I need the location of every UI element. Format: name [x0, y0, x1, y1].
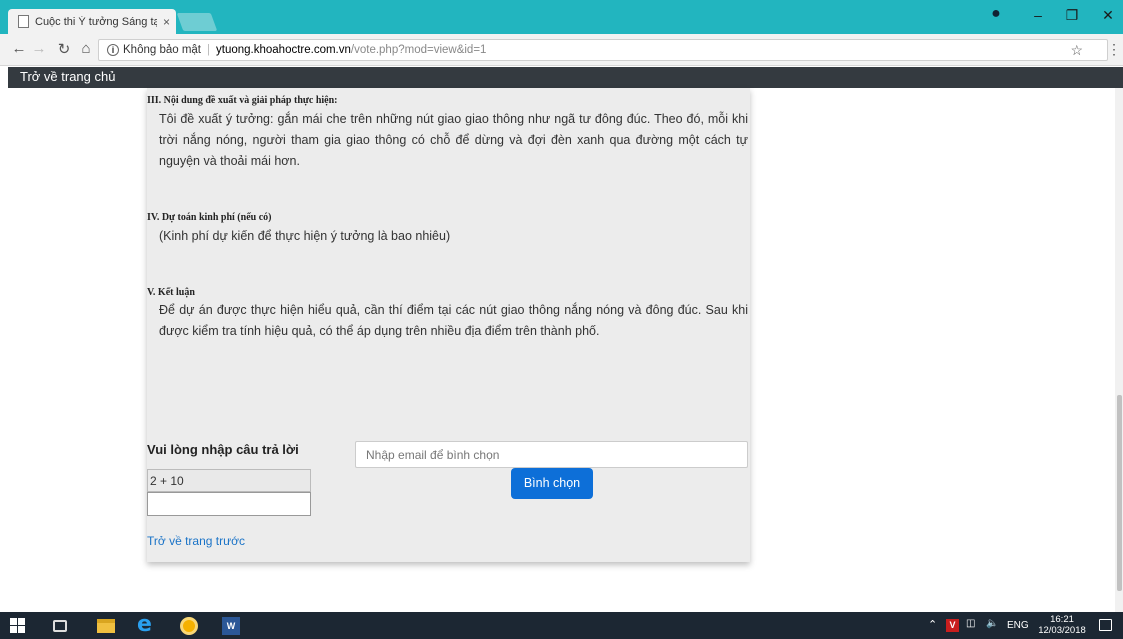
reload-icon[interactable]: ↻ — [55, 40, 73, 58]
url-host: ytuong.khoahoctre.com.vn — [216, 44, 351, 56]
idea-card: III. Nội dung đề xuất và giải pháp thực … — [147, 88, 750, 562]
account-icon[interactable]: ● — [976, 5, 1016, 25]
home-link[interactable]: Trở về trang chủ — [20, 69, 115, 84]
back-arrow-icon[interactable]: ← — [10, 40, 28, 57]
captcha-answer-input[interactable] — [147, 492, 311, 516]
captcha-question: 2 + 10 — [147, 469, 311, 492]
security-label: Không bảo mật — [123, 44, 202, 56]
bookmark-star-icon[interactable]: ☆ — [1070, 42, 1083, 59]
scrollbar-thumb[interactable] — [1117, 395, 1122, 591]
back-link[interactable]: Trở về trang trước — [147, 534, 245, 548]
network-icon[interactable]: ◫ — [966, 618, 975, 629]
system-clock[interactable]: 16:21 12/03/2018 — [1036, 614, 1088, 636]
clock-time: 16:21 — [1050, 614, 1074, 625]
file-explorer-icon[interactable] — [97, 619, 115, 633]
restore-button[interactable]: ❐ — [1052, 7, 1092, 27]
section-5-title: V. Kết luận — [147, 287, 195, 298]
word-icon[interactable]: W — [222, 617, 240, 635]
volume-icon[interactable]: 🔈 — [986, 618, 998, 629]
page-viewport: Trở về trang chủ III. Nội dung đề xuất v… — [0, 67, 1123, 612]
antivirus-icon[interactable]: V — [946, 619, 959, 632]
vote-button[interactable]: Bình chọn — [511, 468, 593, 499]
edge-browser-icon[interactable]: e — [137, 612, 155, 637]
chrome-icon[interactable] — [180, 617, 198, 635]
section-3-body: Tôi đề xuất ý tưởng: gắn mái che trên nh… — [159, 112, 748, 168]
new-tab-button[interactable] — [176, 13, 218, 31]
forward-arrow-icon[interactable]: → — [30, 40, 48, 57]
home-icon[interactable]: ⌂ — [77, 40, 95, 57]
task-view-icon[interactable] — [53, 620, 67, 632]
address-separator: | — [207, 44, 211, 56]
clock-date: 12/03/2018 — [1038, 625, 1086, 636]
close-window-button[interactable]: ✕ — [1088, 7, 1123, 27]
address-bar[interactable]: i Không bảo mật | ytuong.khoahoctre.com.… — [98, 39, 1121, 61]
language-indicator[interactable]: ENG — [1007, 620, 1029, 631]
tab-title: Cuộc thi Ý tưởng Sáng tạo — [35, 15, 157, 28]
windows-taskbar: e W ⌃ V ◫ 🔈 ENG 16:21 12/03/2018 — [0, 612, 1123, 639]
url-path: /vote.php?mod=view&id=1 — [350, 44, 487, 56]
section-4-title: IV. Dự toán kinh phí (nếu có) — [147, 212, 272, 223]
browser-tab[interactable]: Cuộc thi Ý tưởng Sáng tạo × — [8, 9, 176, 34]
section-3-title: III. Nội dung đề xuất và giải pháp thực … — [147, 95, 338, 106]
page-icon — [18, 15, 29, 28]
notification-icon[interactable] — [1099, 619, 1112, 631]
browser-tabstrip: Cuộc thi Ý tưởng Sáng tạo × ● – ❐ ✕ — [0, 0, 1123, 34]
info-icon[interactable]: i — [107, 44, 119, 56]
section-5-body: Để dự án được thực hiện hiểu quả, cần th… — [159, 303, 748, 338]
section-4-body: (Kinh phí dự kiến để thực hiện ý tưởng l… — [159, 229, 451, 243]
browser-toolbar: ← → ↻ ⌂ i Không bảo mật | ytuong.khoahoc… — [0, 34, 1123, 66]
tray-expand-icon[interactable]: ⌃ — [928, 618, 937, 631]
windows-start-icon[interactable] — [10, 617, 28, 635]
browser-menu-icon[interactable]: ⋮ — [1107, 41, 1121, 58]
email-input[interactable]: Nhập email để bình chọn — [355, 441, 748, 468]
top-navbar: Trở về trang chủ — [8, 67, 1123, 88]
tab-close-icon[interactable]: × — [163, 15, 170, 29]
answer-label: Vui lòng nhập câu trả lời — [147, 442, 299, 457]
